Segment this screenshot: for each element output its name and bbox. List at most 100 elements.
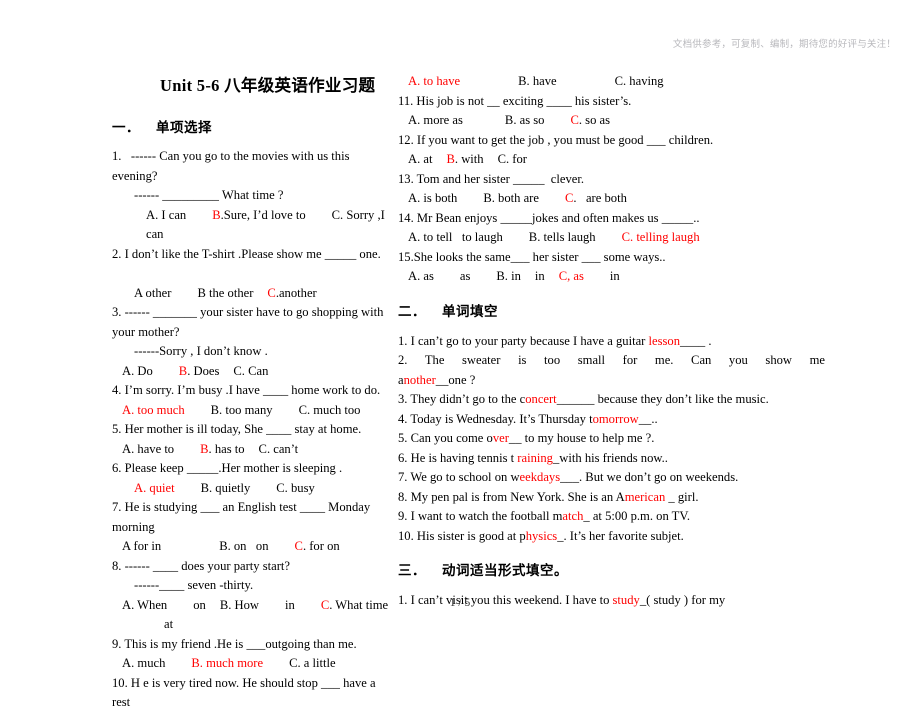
- item-answer: hysics: [525, 528, 558, 543]
- question-15-text: 15.She looks the same___ her sister ___ …: [398, 249, 666, 264]
- item-number: 1.: [398, 333, 408, 348]
- question-3-reply: ------Sorry , I don’t know .: [112, 342, 390, 362]
- item-answer: atch: [562, 509, 584, 523]
- section-one-label: 单项选择: [156, 120, 212, 136]
- question-8: 8. ------ ____ does your party start?: [112, 557, 390, 577]
- option-a: A for in: [122, 539, 162, 553]
- question-6-options: A. quiet B. quietly C. busy: [112, 479, 390, 499]
- section-heading-one: 一． 单项选择: [112, 116, 390, 136]
- option-b: . much more: [199, 656, 264, 670]
- left-column: Unit 5-6 八年级英语作业习题 一． 单项选择 1. ------ Can …: [0, 72, 390, 713]
- option-a: A. have to: [122, 441, 175, 456]
- option-c: C. for: [497, 152, 527, 166]
- page-footer: 1 / 5: [0, 597, 920, 609]
- option-b: B. both are: [483, 191, 539, 205]
- question-14: 14. Mr Bean enjoys _____jokes and often …: [398, 209, 825, 229]
- item-text-after: _ girl.: [665, 489, 699, 504]
- answer-mark: B: [200, 441, 209, 456]
- option-a: A. Do: [122, 363, 153, 378]
- item-text-before: I can’t go to your party because I have …: [410, 333, 649, 348]
- fill-item-6: 6. He is having tennis t raining_with hi…: [398, 449, 825, 469]
- option-b: B. tells laugh: [528, 230, 596, 244]
- option-c: C. can’t: [258, 441, 299, 456]
- option-c: . telling laugh: [630, 230, 700, 244]
- answer-mark: C, as: [558, 269, 584, 283]
- item-answer: omorrow: [592, 411, 639, 426]
- question-9-options: A. much B. much more C. a little: [112, 654, 390, 674]
- two-column-body: Unit 5-6 八年级英语作业习题 一． 单项选择 1. ------ Can …: [0, 72, 920, 713]
- item-text-after: __..: [638, 411, 658, 426]
- question-7: 7. He is studying ___ an English test __…: [112, 498, 390, 537]
- item-answer: nother: [403, 372, 436, 387]
- question-1-text: 1. ------ Can you go to the movies with …: [112, 149, 353, 183]
- option-a: A. I can: [146, 207, 187, 222]
- question-3: 3. ------ _______ your sister have to go…: [112, 303, 390, 342]
- fill-item-7: 7. We go to school on weekdays___. But w…: [398, 468, 825, 488]
- option-a: A. as: [408, 269, 434, 283]
- option-a: . to have: [417, 74, 461, 88]
- option-c: . for on: [302, 539, 340, 553]
- section-heading-three: 三． 动词适当形式填空。: [398, 559, 825, 579]
- option-b: B. have: [518, 74, 557, 88]
- answer-mark: A: [134, 480, 144, 495]
- fill-item-10: 10. His sister is good at physics_. It’s…: [398, 527, 825, 547]
- question-12-text: 12. If you want to get the job , you mus…: [398, 132, 714, 147]
- question-5: 5. Her mother is ill today, She ____ sta…: [112, 420, 390, 440]
- item-text-after: ____ .: [680, 333, 712, 348]
- question-1: 1. ------ Can you go to the movies with …: [112, 147, 390, 186]
- item-number: 5.: [398, 431, 408, 445]
- question-13-text: 13. Tom and her sister _____ clever.: [398, 171, 585, 186]
- question-12-options: A. at B. with C. for: [398, 150, 825, 170]
- answer-mark: B: [212, 207, 221, 222]
- fill-item-3: 3. They didn’t go to the concert______ b…: [398, 390, 825, 410]
- item-number: 10.: [398, 528, 414, 543]
- answer-mark: B: [446, 152, 455, 166]
- question-2-spacer-line: [112, 264, 390, 284]
- section-three-label: 动词适当形式填空。: [442, 563, 568, 579]
- document-page: 文档供参考，可复制、编制，期待您的好评与关注！ Unit 5-6 八年级英语作业…: [0, 0, 920, 709]
- question-5-text: 5. Her mother is ill today, She ____ sta…: [112, 422, 362, 436]
- option-b: B the other: [197, 285, 254, 300]
- question-2: 2. I don’t like the T-shirt .Please show…: [112, 245, 390, 265]
- option-a: A. is both: [408, 191, 458, 205]
- section-three-number: 三．: [398, 563, 426, 579]
- option-a: A. at: [408, 152, 433, 166]
- question-4-text: 4. I’m sorry. I’m busy .I have ____ home…: [112, 383, 381, 397]
- option-c: C. busy: [276, 480, 315, 495]
- fill-item-1: 1. I can’t go to your party because I ha…: [398, 332, 825, 352]
- fill-item-5: 5. Can you come over__ to my house to he…: [398, 429, 825, 449]
- option-a: . quiet: [143, 480, 175, 495]
- question-10: 10. H e is very tired now. He should sto…: [112, 674, 390, 713]
- answer-mark: C: [621, 230, 631, 244]
- fill-item-2-line1: 2. The sweater is too small for me. Can …: [398, 351, 825, 371]
- section-two-label: 单词填空: [442, 303, 498, 320]
- answer-mark: B: [178, 363, 188, 378]
- answer-mark: A: [122, 402, 132, 417]
- option-c: . so as: [578, 113, 611, 127]
- question-6: 6. Please keep _____.Her mother is sleep…: [112, 459, 390, 479]
- question-7-options: A for in B. on on C. for on: [112, 537, 390, 557]
- option-b: B. in: [496, 269, 521, 283]
- option-b: . has to: [208, 441, 245, 456]
- option-c: C. much too: [298, 402, 361, 417]
- item-text-before: We go to school on w: [410, 470, 520, 484]
- question-1-reply: ------ _________ What time ?: [112, 186, 390, 206]
- item-text-before: His sister is good at p: [416, 528, 526, 543]
- item-text-before: The sweater is too small for me. Can you…: [424, 353, 826, 367]
- fill-item-9: 9. I want to watch the football match_ a…: [398, 507, 825, 527]
- fill-item-2-line2: another__one ?: [398, 371, 825, 391]
- watermark-header: 文档供参考，可复制、编制，期待您的好评与关注！: [672, 39, 896, 50]
- option-b: B. quietly: [200, 480, 251, 495]
- item-answer: lesson: [648, 333, 680, 348]
- option-b: . with: [454, 152, 484, 166]
- option-b: B. as so: [504, 113, 545, 127]
- right-column: A. to have B. have C. having 11. His job i…: [390, 72, 920, 611]
- question-11-options: A. more as B. as so C. so as: [398, 111, 825, 131]
- item-number: 6.: [398, 450, 408, 465]
- question-6-text: 6. Please keep _____.Her mother is sleep…: [112, 461, 343, 475]
- item-text-after: _with his friends now..: [552, 450, 668, 465]
- item-text-before: Today is Wednesday. It’s Thursday t: [410, 411, 593, 426]
- question-8-reply-text: ------____ seven -thirty.: [134, 578, 254, 592]
- question-12: 12. If you want to get the job , you mus…: [398, 131, 825, 151]
- option-a: A. to tell to laugh: [408, 230, 503, 244]
